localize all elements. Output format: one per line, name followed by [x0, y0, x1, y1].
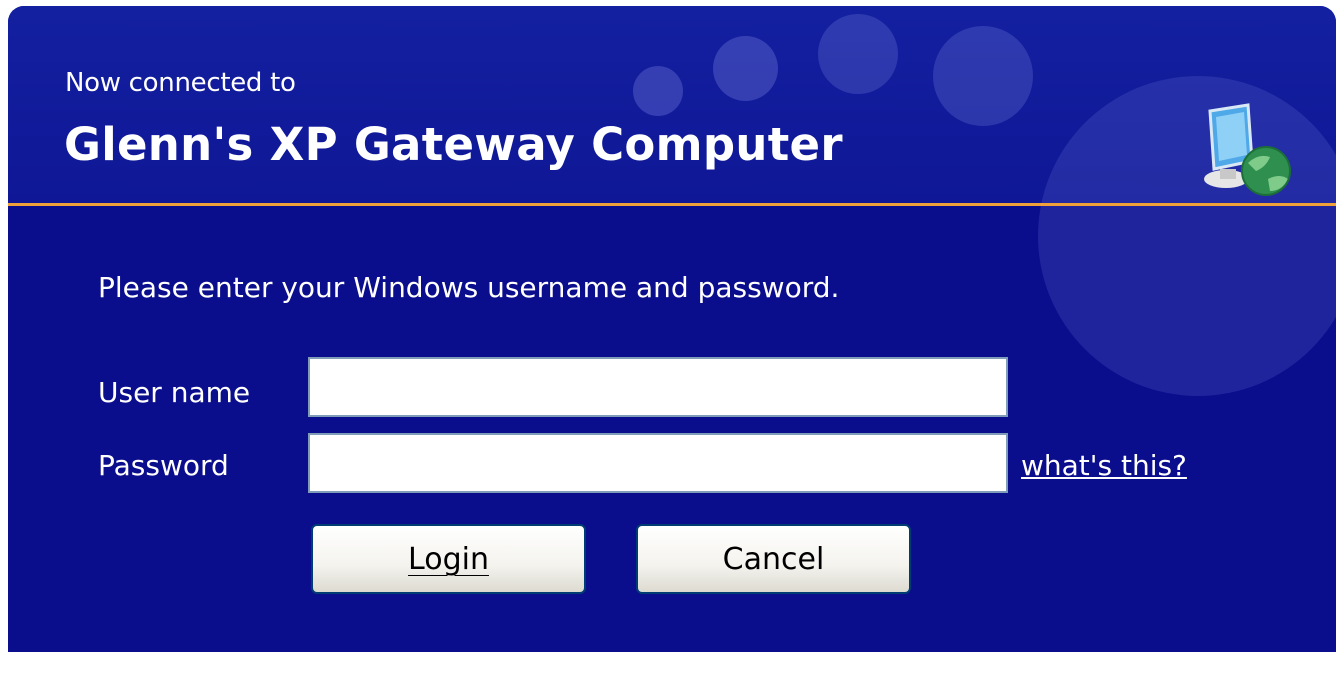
computer-network-icon: [1204, 103, 1291, 196]
password-label: Password: [98, 449, 229, 482]
username-field[interactable]: [308, 357, 1008, 417]
username-label: User name: [98, 376, 251, 409]
password-field[interactable]: [308, 433, 1008, 493]
login-button[interactable]: Login: [311, 524, 586, 594]
whats-this-link[interactable]: what's this?: [1021, 449, 1187, 482]
decorative-bubble: [633, 66, 683, 116]
header-divider: [8, 203, 1336, 206]
decorative-bubble: [933, 26, 1033, 126]
instruction-text: Please enter your Windows username and p…: [98, 271, 840, 304]
login-button-label: Login: [408, 541, 489, 577]
connected-subtitle: Now connected to: [65, 68, 296, 98]
decorative-bubble: [818, 14, 898, 94]
computer-name-title: Glenn's XP Gateway Computer: [64, 118, 843, 171]
cancel-button[interactable]: Cancel: [636, 524, 911, 594]
login-dialog: Now connected to Glenn's XP Gateway Comp…: [8, 6, 1336, 652]
cancel-button-label: Cancel: [722, 541, 825, 577]
decorative-bubble: [713, 36, 778, 101]
